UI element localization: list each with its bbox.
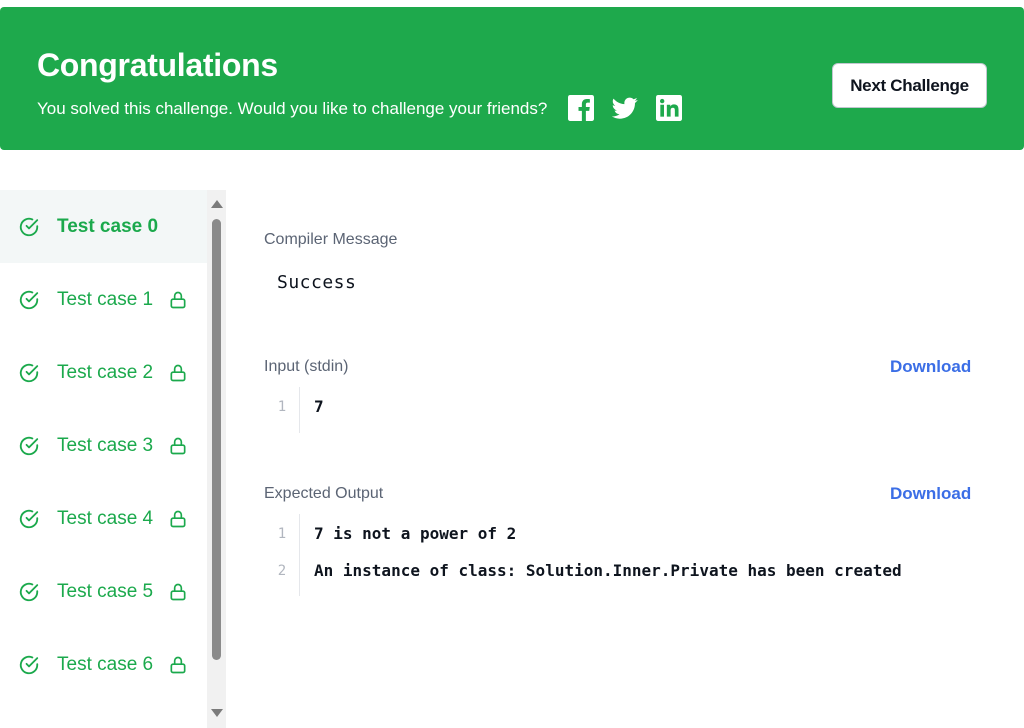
scroll-down-arrow-icon[interactable] [211, 709, 223, 717]
twitter-icon[interactable] [612, 95, 638, 121]
check-circle-icon [18, 581, 40, 603]
expected-output-download-link[interactable]: Download [890, 484, 971, 504]
check-circle-icon [18, 289, 40, 311]
test-case-item-3[interactable]: Test case 3 [0, 409, 207, 482]
check-circle-icon [18, 216, 40, 238]
test-case-label: Test case 1 [57, 288, 154, 310]
scroll-up-arrow-icon[interactable] [211, 200, 223, 208]
line-number: 2 [277, 563, 287, 579]
test-case-label: Test case 6 [57, 653, 154, 675]
code-text: 7 [314, 397, 324, 416]
linkedin-icon[interactable] [656, 95, 682, 121]
banner-title: Congratulations [37, 47, 278, 83]
test-case-item-5[interactable]: Test case 5 [0, 555, 207, 628]
test-case-label: Test case 0 [57, 215, 159, 237]
test-case-item-1[interactable]: Test case 1 [0, 263, 207, 336]
sidebar-scrollbar[interactable] [207, 190, 226, 728]
expected-output-title: Expected Output [264, 485, 384, 502]
check-circle-icon [18, 654, 40, 676]
lock-icon [168, 509, 188, 529]
lock-icon [168, 363, 188, 383]
code-text: 7 is not a power of 2 [314, 524, 517, 543]
line-number: 1 [277, 526, 287, 542]
line-number: 1 [277, 399, 287, 415]
test-case-item-0[interactable]: Test case 0 [0, 190, 207, 263]
input-download-link[interactable]: Download [890, 357, 971, 377]
next-challenge-button[interactable]: Next Challenge [832, 63, 987, 108]
facebook-icon[interactable] [568, 95, 594, 121]
lock-icon [168, 655, 188, 675]
test-case-label: Test case 2 [57, 361, 154, 383]
test-case-list: Test case 0 Test case 1 Test case 2 Test… [0, 190, 207, 728]
check-circle-icon [18, 435, 40, 457]
test-case-item-6[interactable]: Test case 6 [0, 628, 207, 701]
scrollbar-thumb[interactable] [212, 219, 221, 660]
lock-icon [168, 582, 188, 602]
code-text: An instance of class: Solution.Inner.Pri… [314, 561, 902, 580]
compiler-message-text: Success [277, 272, 357, 293]
check-circle-icon [18, 508, 40, 530]
check-circle-icon [18, 362, 40, 384]
test-case-label: Test case 5 [57, 580, 154, 602]
test-case-item-4[interactable]: Test case 4 [0, 482, 207, 555]
banner-subtitle: You solved this challenge. Would you lik… [37, 99, 548, 118]
compiler-message-title: Compiler Message [264, 231, 398, 248]
lock-icon [168, 436, 188, 456]
test-case-item-2[interactable]: Test case 2 [0, 336, 207, 409]
success-banner: Congratulations You solved this challeng… [0, 7, 1024, 150]
test-case-label: Test case 3 [57, 434, 154, 456]
test-case-label: Test case 4 [57, 507, 154, 529]
lock-icon [168, 290, 188, 310]
input-title: Input (stdin) [264, 358, 349, 375]
